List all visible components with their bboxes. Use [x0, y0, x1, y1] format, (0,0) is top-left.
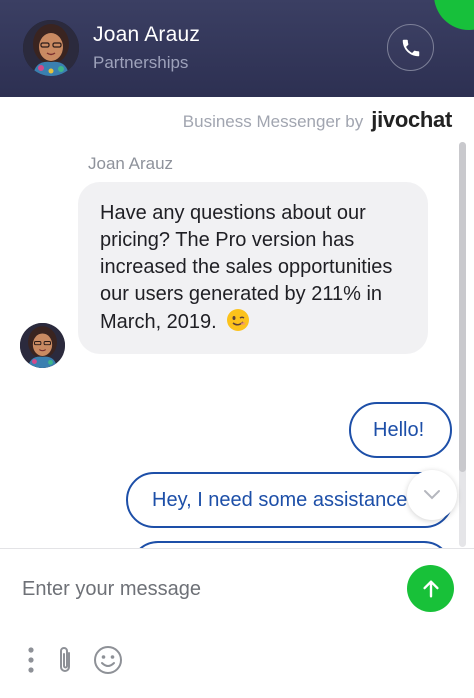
- jivochat-logo[interactable]: jivochat: [371, 107, 452, 133]
- smiley-icon: [94, 646, 122, 674]
- more-options-button[interactable]: [24, 645, 38, 675]
- message-avatar: [20, 323, 65, 368]
- outgoing-message-bubble: Hello!: [349, 402, 452, 458]
- arrow-up-icon: [422, 579, 439, 598]
- agent-department: Partnerships: [93, 53, 189, 72]
- outgoing-message-bubble: [130, 541, 452, 548]
- scrollbar-thumb[interactable]: [459, 142, 466, 472]
- agent-photo: [23, 20, 79, 76]
- outgoing-message-bubble: Hey, I need some assistance: [126, 472, 453, 528]
- incoming-message-bubble: Have any questions about our pricing? Th…: [78, 182, 428, 354]
- message-composer: [0, 548, 474, 698]
- outgoing-message-text: Hello!: [373, 419, 425, 441]
- attach-file-button[interactable]: [52, 645, 78, 675]
- paperclip-icon: [60, 647, 70, 672]
- scroll-to-bottom-button[interactable]: [407, 470, 457, 520]
- agent-name: Joan Arauz: [93, 23, 201, 46]
- message-sender-name: Joan Arauz: [88, 154, 174, 173]
- call-button[interactable]: [387, 24, 434, 71]
- send-button[interactable]: [407, 565, 454, 612]
- emoji-button[interactable]: [93, 645, 123, 675]
- branding-text: Business Messenger by: [182, 112, 364, 131]
- phone-icon: [402, 39, 419, 56]
- branding: Business Messenger by jivochat: [182, 107, 453, 133]
- chat-header: Joan Arauz Partnerships: [0, 0, 474, 97]
- status-indicator: [434, 0, 474, 30]
- agent-photo: [20, 323, 65, 368]
- outgoing-message-text: Hey, I need some assistance: [152, 489, 408, 511]
- chevron-down-icon: [424, 490, 440, 500]
- message-input[interactable]: [22, 571, 392, 607]
- agent-avatar: [23, 20, 79, 76]
- winking-face-icon: [226, 308, 250, 332]
- more-vertical-icon: [28, 647, 34, 673]
- chat-messages[interactable]: Joan Arauz Have any questions about our …: [0, 140, 474, 548]
- chat-scrollbar[interactable]: [459, 142, 466, 547]
